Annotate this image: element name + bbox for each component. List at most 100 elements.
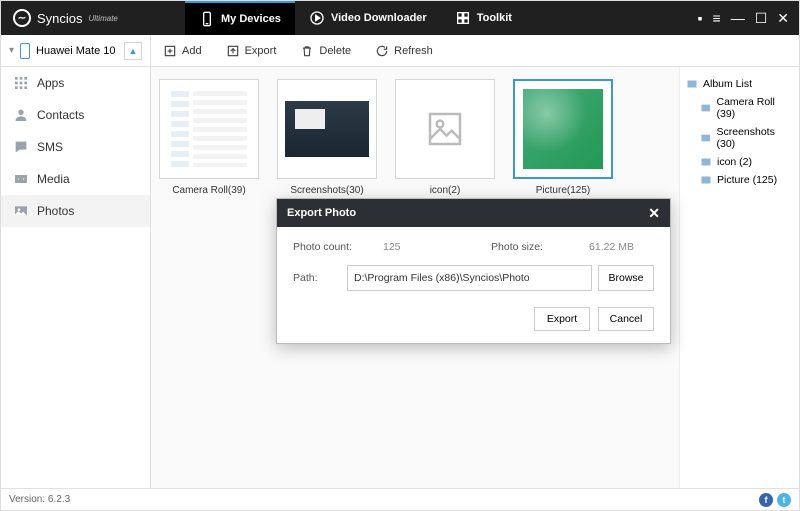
dialog-info-row: Photo count: 125 Photo size: 61.22 MB [293, 241, 654, 253]
grid-icon [455, 10, 471, 26]
album-thumb [159, 79, 259, 179]
sidebar-item-photos[interactable]: Photos [1, 195, 150, 227]
apps-icon [13, 75, 29, 91]
sidebar-item-media[interactable]: Media [1, 163, 150, 195]
menu-icon[interactable]: ≡ [713, 10, 721, 26]
tab-label: My Devices [221, 13, 281, 25]
dialog-export-button[interactable]: Export [534, 307, 590, 331]
delete-button[interactable]: Delete [288, 35, 363, 66]
sidebar-item-label: Contacts [37, 108, 84, 122]
facebook-icon[interactable]: f [759, 493, 773, 507]
album-label: Screenshots(30) [290, 185, 363, 196]
tab-my-devices[interactable]: My Devices [185, 1, 295, 35]
album-thumb [395, 79, 495, 179]
export-photo-dialog: Export Photo ✕ Photo count: 125 Photo si… [276, 198, 671, 344]
phone-icon [199, 11, 215, 27]
sidebar-item-contacts[interactable]: Contacts [1, 99, 150, 131]
album-thumb [513, 79, 613, 179]
export-label: Export [245, 45, 277, 57]
refresh-label: Refresh [394, 45, 433, 57]
add-icon [163, 44, 177, 58]
album-list-header[interactable]: Album List [686, 75, 793, 93]
social-links: f t [759, 493, 791, 507]
path-label: Path: [293, 272, 347, 284]
image-icon [700, 156, 712, 168]
close-icon[interactable]: ✕ [777, 10, 789, 27]
album-thumb [277, 79, 377, 179]
sidebar-item-sms[interactable]: SMS [1, 131, 150, 163]
album-list-title: Album List [703, 78, 752, 90]
album-list-label: Screenshots (30) [716, 126, 793, 150]
top-tabs: My Devices Video Downloader Toolkit [185, 1, 526, 35]
sms-icon [13, 139, 29, 155]
tab-label: Toolkit [477, 12, 512, 24]
album-list-label: Picture (125) [717, 174, 777, 186]
album-label: icon(2) [430, 185, 461, 196]
dialog-body: Photo count: 125 Photo size: 61.22 MB Pa… [277, 227, 670, 343]
sidebar-item-apps[interactable]: Apps [1, 67, 150, 99]
photos-icon [13, 203, 29, 219]
folder-icon [686, 78, 698, 90]
album-list-label: Camera Roll (39) [716, 96, 793, 120]
refresh-button[interactable]: Refresh [363, 35, 445, 66]
image-icon [700, 132, 711, 144]
photo-count-label: Photo count: [293, 241, 383, 253]
export-button[interactable]: Export [214, 35, 289, 66]
path-input[interactable] [347, 265, 592, 291]
dialog-header: Export Photo ✕ [277, 199, 670, 227]
eject-button[interactable]: ▲ [124, 42, 142, 60]
device-phone-icon [20, 43, 30, 59]
album-list-camera-roll[interactable]: Camera Roll (39) [686, 93, 793, 123]
chevron-down-icon: ▾ [9, 45, 14, 56]
maximize-icon[interactable]: ☐ [755, 10, 768, 27]
album-screenshots[interactable]: Screenshots(30) [277, 79, 377, 196]
app-logo-icon [13, 9, 31, 27]
image-icon [700, 102, 711, 114]
toolbar: ▾ Huawei Mate 10 ▲ Add Export Delete Ref… [1, 35, 799, 67]
title-bar: Syncios Ultimate My Devices Video Downlo… [1, 1, 799, 35]
export-icon [226, 44, 240, 58]
twitter-icon[interactable]: t [777, 493, 791, 507]
tab-label: Video Downloader [331, 12, 427, 24]
dialog-footer: Export Cancel [293, 307, 654, 331]
album-camera-roll[interactable]: Camera Roll(39) [159, 79, 259, 196]
brand-name: Syncios [37, 11, 83, 26]
album-list-picture[interactable]: Picture (125) [686, 171, 793, 189]
album-list-label: icon (2) [717, 156, 752, 168]
image-placeholder-icon [425, 109, 465, 149]
photo-count-value: 125 [383, 241, 443, 253]
delete-label: Delete [319, 45, 351, 57]
dialog-cancel-button[interactable]: Cancel [598, 307, 654, 331]
album-picture[interactable]: Picture(125) [513, 79, 613, 196]
refresh-icon [375, 44, 389, 58]
tab-video-downloader[interactable]: Video Downloader [295, 1, 441, 35]
album-icon[interactable]: icon(2) [395, 79, 495, 196]
window-controls: ▪ ≡ — ☐ ✕ [698, 10, 799, 27]
sidebar: Apps Contacts SMS Media Photos [1, 67, 151, 488]
photo-size-value: 61.22 MB [543, 241, 654, 253]
dialog-close-icon[interactable]: ✕ [648, 205, 660, 222]
photo-size-label: Photo size: [443, 241, 543, 253]
album-label: Picture(125) [536, 185, 590, 196]
sidebar-item-label: Apps [37, 76, 64, 90]
album-list-panel: Album List Camera Roll (39) Screenshots … [679, 67, 799, 488]
browse-button[interactable]: Browse [598, 265, 654, 291]
album-list-icon[interactable]: icon (2) [686, 153, 793, 171]
dialog-path-row: Path: Browse [293, 265, 654, 291]
media-icon [13, 171, 29, 187]
trash-icon [300, 44, 314, 58]
sidebar-item-label: Media [37, 172, 70, 186]
album-label: Camera Roll(39) [172, 185, 245, 196]
tab-toolkit[interactable]: Toolkit [441, 1, 526, 35]
minimize-icon[interactable]: — [731, 10, 745, 26]
add-button[interactable]: Add [151, 35, 214, 66]
messages-icon[interactable]: ▪ [698, 10, 703, 26]
version-label: Version: 6.2.3 [9, 494, 70, 505]
device-name: Huawei Mate 10 [36, 45, 116, 57]
dialog-title: Export Photo [287, 207, 356, 219]
status-bar: Version: 6.2.3 f t [1, 488, 799, 510]
sidebar-item-label: SMS [37, 140, 63, 154]
add-label: Add [182, 45, 202, 57]
device-selector[interactable]: ▾ Huawei Mate 10 ▲ [1, 35, 151, 66]
album-list-screenshots[interactable]: Screenshots (30) [686, 123, 793, 153]
